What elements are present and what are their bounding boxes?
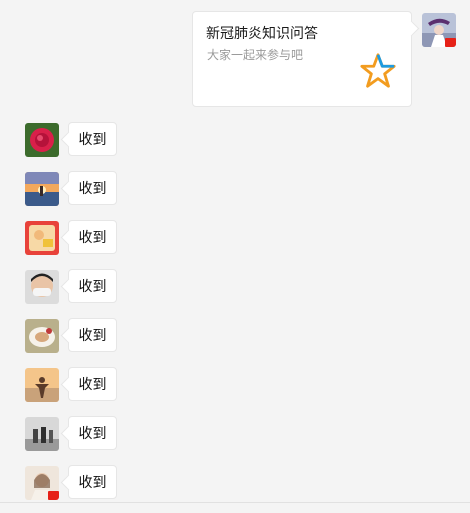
share-card[interactable]: 新冠肺炎知识问答 大家一起来参与吧 bbox=[192, 11, 412, 107]
food-plate-avatar[interactable] bbox=[25, 319, 59, 353]
street-people-avatar[interactable] bbox=[25, 417, 59, 451]
share-card-description: 大家一起来参与吧 bbox=[207, 48, 304, 62]
person-sunset-avatar[interactable] bbox=[25, 368, 59, 402]
message-text: 收到 bbox=[78, 230, 107, 246]
rose-flower-avatar[interactable] bbox=[25, 123, 59, 157]
sender-avatar[interactable] bbox=[422, 13, 456, 47]
message-bubble[interactable]: 收到 bbox=[68, 367, 117, 401]
message-bubble[interactable]: 收到 bbox=[68, 171, 117, 205]
message-text: 收到 bbox=[78, 426, 107, 442]
flag-badge-icon bbox=[445, 38, 456, 47]
message-bubble[interactable]: 收到 bbox=[68, 122, 117, 156]
message-bubble[interactable]: 收到 bbox=[68, 318, 117, 352]
message-text: 收到 bbox=[78, 328, 107, 344]
message-text: 收到 bbox=[78, 279, 107, 295]
message-text: 收到 bbox=[78, 181, 107, 197]
woman-portrait-avatar[interactable] bbox=[25, 466, 59, 500]
divider bbox=[0, 502, 470, 503]
man-with-mask-avatar[interactable] bbox=[25, 270, 59, 304]
celebration-avatar[interactable] bbox=[25, 221, 59, 255]
message-bubble[interactable]: 收到 bbox=[68, 220, 117, 254]
share-card-title: 新冠肺炎知识问答 bbox=[206, 26, 318, 42]
message-text: 收到 bbox=[78, 377, 107, 393]
sunset-sea-avatar[interactable] bbox=[25, 172, 59, 206]
star-logo-icon bbox=[360, 53, 396, 88]
message-bubble[interactable]: 收到 bbox=[68, 416, 117, 450]
message-bubble[interactable]: 收到 bbox=[68, 465, 117, 499]
flag-badge-icon bbox=[48, 491, 59, 500]
message-text: 收到 bbox=[78, 475, 107, 491]
message-bubble[interactable]: 收到 bbox=[68, 269, 117, 303]
message-text: 收到 bbox=[78, 132, 107, 148]
